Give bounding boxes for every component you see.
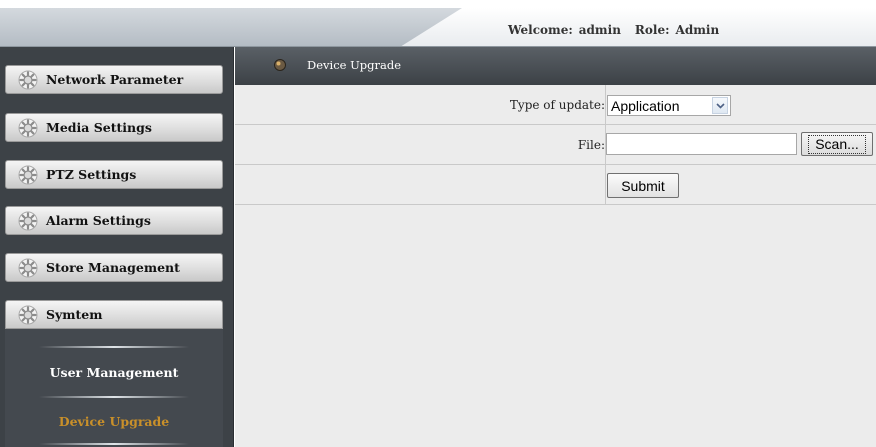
welcome-label: Welcome: [508, 23, 573, 37]
scan-button-label: Scan... [808, 134, 866, 154]
gear-icon [16, 163, 40, 187]
chevron-down-icon[interactable] [712, 97, 728, 114]
bullet-icon [273, 57, 287, 71]
submenu-divider [39, 443, 189, 445]
menu-store-management[interactable]: Store Management [5, 253, 223, 282]
form-row-type: Type of update: Application [235, 85, 876, 125]
type-of-update-select[interactable]: Application [607, 95, 731, 116]
form-row-submit: Submit [235, 165, 876, 205]
submenu-device-upgrade[interactable]: Device Upgrade [5, 414, 223, 429]
file-label: File: [577, 138, 605, 152]
form-row-file: File: Scan... [235, 125, 876, 165]
welcome-info: Welcome: admin Role: Admin [508, 20, 719, 40]
menu-label: PTZ Settings [46, 167, 137, 182]
submit-button[interactable]: Submit [607, 173, 679, 198]
gear-icon [16, 68, 40, 92]
top-bar: Welcome: admin Role: Admin [0, 0, 876, 47]
role-label: Role: [634, 23, 670, 37]
menu-system[interactable]: Symtem [5, 300, 223, 329]
select-value: Application [611, 97, 680, 114]
submenu-divider [39, 346, 189, 348]
gear-icon [16, 116, 40, 140]
upgrade-form: Type of update: Application File: Scan..… [235, 85, 876, 205]
sidebar: Network Parameter Media Settings PTZ Set… [0, 47, 234, 447]
menu-ptz-settings[interactable]: PTZ Settings [5, 160, 223, 189]
file-path-input[interactable] [606, 133, 797, 155]
content-header: Device Upgrade [235, 47, 876, 85]
menu-label: Network Parameter [46, 72, 184, 87]
system-submenu: User Management Device Upgrade [5, 329, 223, 447]
main-content: Device Upgrade Type of update: Applicati… [235, 47, 876, 447]
menu-label: Alarm Settings [46, 213, 151, 228]
username: admin [578, 23, 621, 37]
menu-media-settings[interactable]: Media Settings [5, 113, 223, 142]
menu-label: Media Settings [46, 120, 152, 135]
submenu-user-management[interactable]: User Management [5, 365, 223, 380]
column-divider [605, 165, 606, 205]
gear-icon [16, 256, 40, 280]
menu-alarm-settings[interactable]: Alarm Settings [5, 206, 223, 235]
page-title: Device Upgrade [307, 58, 402, 72]
column-divider [605, 85, 606, 125]
submenu-divider [39, 396, 189, 398]
menu-network-parameter[interactable]: Network Parameter [5, 65, 223, 94]
gear-icon [16, 209, 40, 233]
scan-button[interactable]: Scan... [801, 132, 873, 156]
menu-label: Store Management [46, 260, 180, 275]
type-of-update-label: Type of update: [509, 98, 605, 112]
menu-label: Symtem [46, 307, 103, 322]
role-value: Admin [675, 23, 720, 37]
gear-icon [16, 303, 40, 327]
